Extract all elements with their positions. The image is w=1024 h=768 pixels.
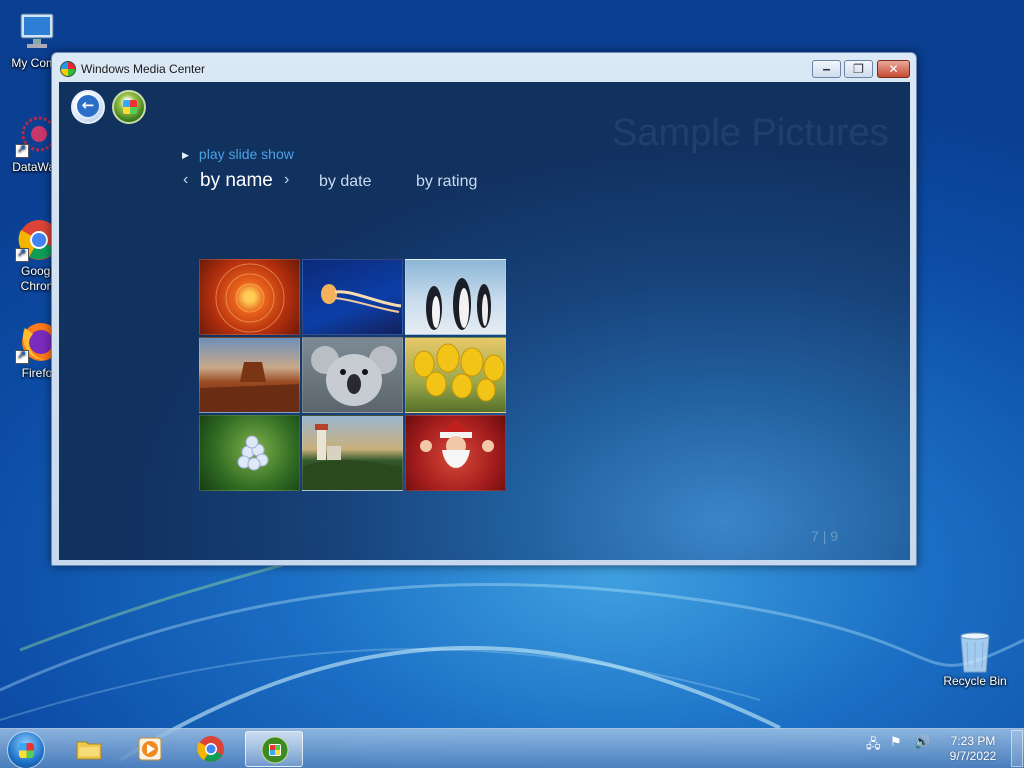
media-center-start-button[interactable] (112, 90, 146, 124)
picture-thumbnail-koala[interactable] (302, 337, 403, 413)
media-center-app-icon (60, 61, 76, 77)
media-center-window: Windows Media Center ‒ ❐ ✕ Sample Pictur… (51, 52, 917, 566)
media-center-icon (261, 736, 289, 764)
sort-next-chevron-icon[interactable]: › (284, 171, 289, 189)
desktop-icon-label: Recycle Bin (943, 674, 1007, 688)
counter-total: 9 (830, 528, 839, 544)
counter-current: 7 (811, 528, 819, 544)
picture-thumbnail-jellyfish[interactable] (302, 259, 403, 335)
media-player-icon (138, 737, 162, 761)
minimize-icon: ‒ (822, 62, 831, 76)
picture-thumbnail-tulips[interactable] (405, 337, 506, 413)
action-center-flag-icon[interactable]: ⚑ (890, 735, 902, 750)
taskbar-media-center[interactable] (245, 731, 303, 767)
taskbar-media-player[interactable] (121, 731, 179, 767)
play-triangle-icon: ▶ (182, 150, 189, 160)
window-title: Windows Media Center (81, 62, 206, 76)
picture-thumbnail-desert[interactable] (199, 337, 300, 413)
taskbar: 🖧 ⚑ 🔊 7:23 PM 9/7/2022 (0, 728, 1024, 768)
minimize-button[interactable]: ‒ (812, 60, 841, 78)
maximize-icon: ❐ (853, 62, 864, 76)
windows-logo-icon (123, 100, 137, 114)
sort-by-rating[interactable]: by rating (416, 173, 477, 191)
sort-prev-chevron-icon[interactable]: ‹ (183, 171, 188, 189)
close-button[interactable]: ✕ (877, 60, 910, 78)
shortcut-arrow-icon (15, 142, 29, 158)
media-center-client: Sample Pictures ← ▶ play slide show ‹ by … (59, 82, 910, 560)
maximize-button[interactable]: ❐ (844, 60, 873, 78)
play-slide-show-link[interactable]: ▶ play slide show (182, 146, 294, 162)
recycle-bin-icon (953, 628, 997, 673)
clock-time: 7:23 PM (950, 734, 996, 748)
desktop-icon-recycle-bin[interactable]: Recycle Bin (938, 628, 1012, 689)
picture-thumbnail-chrysanthemum[interactable] (199, 259, 300, 335)
shortcut-arrow-icon (15, 246, 29, 262)
background-library-title: Sample Pictures (612, 112, 889, 154)
picture-thumbnail-hydrangeas[interactable] (199, 415, 300, 491)
close-icon: ✕ (888, 62, 899, 76)
network-icon[interactable]: 🖧 (866, 735, 881, 757)
chrome-icon (197, 736, 224, 762)
window-titlebar[interactable]: Windows Media Center ‒ ❐ ✕ (52, 53, 916, 83)
back-arrow-icon: ← (77, 95, 99, 117)
taskbar-explorer[interactable] (60, 731, 118, 767)
folder-icon (76, 741, 102, 760)
start-button[interactable] (7, 731, 45, 768)
computer-icon (15, 10, 59, 54)
taskbar-clock[interactable]: 7:23 PM 9/7/2022 (938, 734, 1008, 764)
counter-separator: | (822, 528, 827, 544)
picture-counter: 7 | 9 (811, 528, 838, 544)
sort-by-name[interactable]: by name (200, 170, 273, 192)
play-slide-show-label: play slide show (198, 146, 294, 162)
picture-thumbnail-lighthouse[interactable] (302, 415, 403, 491)
clock-date: 9/7/2022 (949, 749, 997, 763)
picture-thumbnail-santa[interactable] (405, 415, 506, 491)
volume-icon[interactable]: 🔊 (914, 735, 930, 750)
show-desktop-button[interactable] (1011, 730, 1023, 767)
shortcut-arrow-icon (15, 348, 29, 364)
picture-thumbnail-penguins[interactable] (405, 259, 506, 335)
taskbar-chrome[interactable] (182, 731, 240, 767)
back-button[interactable]: ← (71, 90, 105, 124)
windows-logo-icon (19, 743, 34, 758)
sort-by-date[interactable]: by date (319, 173, 371, 191)
